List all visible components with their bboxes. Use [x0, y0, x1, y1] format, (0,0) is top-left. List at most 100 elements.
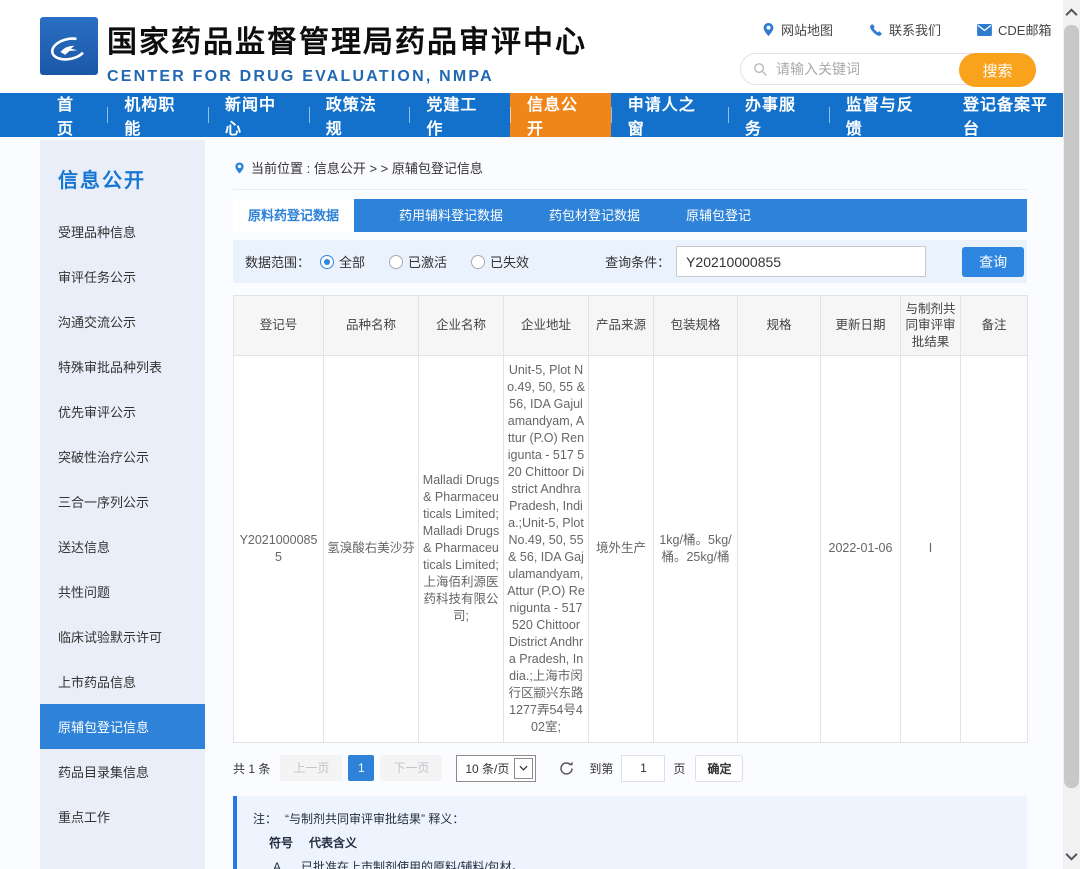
- note-meaning: 已批准在上市制剂使用的原料/辅料/包材。: [301, 855, 524, 869]
- nav-item[interactable]: 申请人之窗: [611, 93, 728, 137]
- note-title: “与制剂共同审评审批结果” 释义：: [285, 807, 464, 831]
- tab[interactable]: 药包材登记数据: [534, 199, 655, 232]
- sidebar-item[interactable]: 三合一序列公示: [40, 479, 205, 524]
- mail-icon: [977, 24, 992, 36]
- goto-page-input[interactable]: [621, 755, 665, 782]
- sidebar-menu: 受理品种信息审评任务公示沟通交流公示特殊审批品种列表优先审评公示突破性治疗公示三…: [40, 209, 205, 839]
- search-icon: [753, 62, 768, 77]
- column-header: 企业名称: [419, 296, 504, 356]
- column-header: 与制剂共同审评审批结果: [901, 296, 961, 356]
- table-cell: Malladi Drugs & Pharmaceuticals Limited;…: [419, 355, 504, 742]
- note-symbol-header: 符号: [269, 831, 293, 855]
- query-button[interactable]: 查询: [962, 247, 1024, 277]
- table-cell: 1kg/桶。5kg/桶。25kg/桶: [654, 355, 738, 742]
- radio-option[interactable]: 全部: [320, 252, 365, 271]
- cde-mail-link[interactable]: CDE邮箱: [977, 20, 1051, 39]
- refresh-icon[interactable]: [558, 760, 575, 777]
- results-table: 登记号品种名称企业名称企业地址产品来源包装规格规格更新日期与制剂共同审评审批结果…: [233, 295, 1028, 743]
- chevron-down-icon[interactable]: [1065, 850, 1078, 863]
- location-pin-icon: [762, 22, 775, 37]
- column-header: 包装规格: [654, 296, 738, 356]
- nav-item[interactable]: 办事服务: [728, 93, 829, 137]
- query-label: 查询条件：: [605, 252, 670, 271]
- table-row: Y20210000855氢溴酸右美沙芬Malladi Drugs & Pharm…: [234, 355, 1028, 742]
- search-button[interactable]: 搜索: [959, 53, 1036, 87]
- sidebar-item[interactable]: 审评任务公示: [40, 254, 205, 299]
- nav-item[interactable]: 登记备案平台: [946, 93, 1080, 137]
- radio-icon: [389, 255, 403, 269]
- tab[interactable]: 原料药登记数据: [233, 199, 354, 232]
- quick-link-label: CDE邮箱: [998, 20, 1051, 39]
- confirm-button[interactable]: 确定: [695, 755, 743, 782]
- note-meaning-header: 代表含义: [309, 831, 357, 855]
- radio-option[interactable]: 已失效: [471, 252, 529, 271]
- table-cell: Y20210000855: [234, 355, 324, 742]
- table-cell: I: [901, 355, 961, 742]
- quick-link-label: 网站地图: [781, 20, 833, 39]
- next-page-button[interactable]: 下一页: [380, 755, 442, 781]
- nav-item[interactable]: 政策法规: [309, 93, 410, 137]
- column-header: 规格: [738, 296, 821, 356]
- note-prefix: 注：: [253, 807, 277, 831]
- nav-item[interactable]: 监督与反馈: [829, 93, 946, 137]
- page-size-value: 10 条/页: [457, 760, 514, 777]
- tab[interactable]: 药用辅料登记数据: [384, 199, 518, 232]
- sidebar-item[interactable]: 原辅包登记信息: [40, 704, 205, 749]
- quick-link-label: 联系我们: [889, 20, 941, 39]
- page-size-select[interactable]: 10 条/页: [456, 755, 536, 782]
- column-header: 产品来源: [589, 296, 654, 356]
- sidebar-item[interactable]: 特殊审批品种列表: [40, 344, 205, 389]
- contact-link[interactable]: 联系我们: [869, 20, 941, 39]
- chevron-up-icon[interactable]: [1065, 6, 1078, 19]
- vertical-scrollbar[interactable]: [1063, 0, 1080, 869]
- cde-logo-icon: [40, 17, 98, 75]
- table-cell: Unit-5, Plot No.49, 50, 55 & 56, IDA Gaj…: [504, 355, 589, 742]
- sidebar-item[interactable]: 共性问题: [40, 569, 205, 614]
- nav-item[interactable]: 首页: [40, 93, 107, 137]
- nav-item[interactable]: 信息公开: [510, 93, 611, 137]
- note-title-line: 注： “与制剂共同审评审批结果” 释义：: [253, 807, 1011, 831]
- sidebar-title: 信息公开: [40, 158, 205, 209]
- sidebar-item[interactable]: 优先审评公示: [40, 389, 205, 434]
- location-pin-icon: [234, 161, 245, 175]
- note-box: 注： “与制剂共同审评审批结果” 释义： 符号 代表含义 A 已批准在上市制剂使用…: [233, 796, 1027, 869]
- prev-page-button[interactable]: 上一页: [280, 755, 342, 781]
- sidebar-item[interactable]: 沟通交流公示: [40, 299, 205, 344]
- sidebar: 信息公开 受理品种信息审评任务公示沟通交流公示特殊审批品种列表优先审评公示突破性…: [40, 140, 205, 869]
- column-header: 品种名称: [324, 296, 419, 356]
- radio-option[interactable]: 已激活: [389, 252, 447, 271]
- breadcrumb-text: 当前位置 : 信息公开 > > 原辅包登记信息: [251, 158, 483, 177]
- nav-item[interactable]: 机构职能: [107, 93, 208, 137]
- content-wrap: 信息公开 受理品种信息审评任务公示沟通交流公示特殊审批品种列表优先审评公示突破性…: [0, 137, 1080, 869]
- scope-label: 数据范围：: [245, 252, 310, 271]
- column-header: 备注: [961, 296, 1028, 356]
- note-rows: A已批准在上市制剂使用的原料/辅料/包材。I尚未通过与制剂共同审评审批的原料/辅…: [253, 855, 1011, 869]
- sidebar-item[interactable]: 临床试验默示许可: [40, 614, 205, 659]
- note-header-row: 符号 代表含义: [253, 831, 1011, 855]
- radio-icon: [320, 255, 334, 269]
- note-row: A 已批准在上市制剂使用的原料/辅料/包材。: [253, 855, 1011, 869]
- sidebar-item[interactable]: 上市药品信息: [40, 659, 205, 704]
- sidebar-item[interactable]: 受理品种信息: [40, 209, 205, 254]
- nav-item[interactable]: 新闻中心: [208, 93, 309, 137]
- sidebar-item[interactable]: 药品目录集信息: [40, 749, 205, 794]
- site-header: 国家药品监督管理局药品审评中心 CENTER FOR DRUG EVALUATI…: [0, 0, 1080, 93]
- scope-radio-group: 全部 已激活 已失效: [320, 252, 553, 271]
- sitemap-link[interactable]: 网站地图: [762, 20, 833, 39]
- scrollbar-thumb[interactable]: [1064, 25, 1079, 788]
- table-cell: 境外生产: [589, 355, 654, 742]
- sidebar-item[interactable]: 重点工作: [40, 794, 205, 839]
- column-header: 企业地址: [504, 296, 589, 356]
- sidebar-item[interactable]: 突破性治疗公示: [40, 434, 205, 479]
- note-symbol: A: [269, 855, 285, 869]
- total-count: 共 1 条: [233, 760, 270, 777]
- page-number-button[interactable]: 1: [348, 755, 374, 781]
- goto-suffix: 页: [673, 760, 685, 777]
- nav-item[interactable]: 党建工作: [409, 93, 510, 137]
- site-subtitle: CENTER FOR DRUG EVALUATION, NMPA: [107, 68, 587, 86]
- sidebar-item[interactable]: 送达信息: [40, 524, 205, 569]
- tab[interactable]: 原辅包登记: [671, 199, 766, 232]
- breadcrumb: 当前位置 : 信息公开 > > 原辅包登记信息: [233, 152, 1027, 190]
- radio-label: 已失效: [490, 252, 529, 271]
- query-input[interactable]: [676, 246, 926, 277]
